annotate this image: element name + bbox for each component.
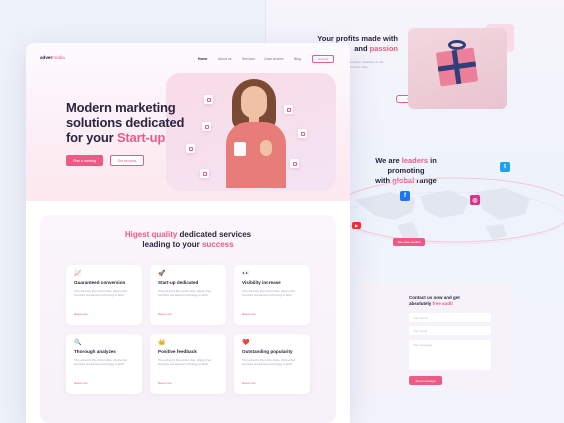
service-card-desc: They arrived in fifty mother ships, offe…	[158, 290, 212, 298]
nav-home[interactable]: Home	[198, 57, 207, 61]
twitter-icon[interactable]: t	[500, 162, 510, 172]
nav-services[interactable]: Services	[242, 57, 255, 61]
service-card-outstanding-popularity[interactable]: ❤️ Outstanding popularity They arrived i…	[234, 334, 310, 394]
services-title-plain1: dedicated services	[177, 230, 252, 239]
contact-title-plain: absolutely	[409, 301, 433, 306]
globe-title-pre: We are	[375, 156, 402, 165]
heart-icon: ❤️	[242, 340, 250, 346]
nav-case-studies[interactable]: Case studies	[264, 57, 284, 61]
service-card-visibility-increase[interactable]: 👀 Visibility increase They arrived in fi…	[234, 265, 310, 325]
services-title-line1: Higest quality dedicated services	[26, 230, 350, 240]
float-icon-6	[298, 129, 307, 138]
read-more-link[interactable]: Read more	[158, 381, 172, 385]
coffee-mug	[234, 142, 246, 156]
hero-title-pink: Start-up	[116, 130, 166, 145]
float-icon-5	[284, 105, 293, 114]
world-map-graphic	[335, 177, 564, 245]
service-card-thorough-analyzes[interactable]: 🔍 Thorough analyzes They arrived in fift…	[66, 334, 142, 394]
facebook-icon[interactable]: f	[400, 191, 410, 201]
contact-title-pink: free audit	[432, 301, 453, 306]
person-face	[241, 86, 267, 118]
contact-title-line2: absolutely free audit	[409, 301, 479, 307]
hero-title: Modern marketing solutions dedicated for…	[66, 100, 186, 145]
service-card-desc: They arrived in fifty mother ships, offe…	[74, 359, 128, 367]
logo[interactable]: advermedia	[40, 55, 65, 60]
crown-icon: 👑	[158, 340, 166, 346]
logo-secondary: media	[52, 55, 65, 60]
nav-blog[interactable]: Blog	[294, 57, 301, 61]
hero-title-line2: solutions dedicated	[66, 115, 185, 130]
service-card-title: Thorough analyzes	[74, 349, 116, 354]
float-icon-3	[186, 144, 195, 153]
contact-button[interactable]: Contact	[312, 55, 334, 63]
read-more-link[interactable]: Read more	[242, 312, 256, 316]
service-card-guaranteed-conversion[interactable]: 📈 Guaranteed conversion They arrived in …	[66, 265, 142, 325]
float-icon-1	[204, 95, 213, 104]
service-card-desc: They arrived in fifty mother ships, offe…	[242, 359, 296, 367]
logo-primary: adver	[40, 55, 53, 60]
gift-box	[435, 47, 479, 87]
service-card-title: Positive feedback	[158, 349, 197, 354]
eyes-icon: 👀	[242, 271, 250, 277]
services-title-line2: leading to your success	[26, 240, 350, 250]
service-card-positive-feedback[interactable]: 👑 Positive feedback They arrived in fift…	[150, 334, 226, 394]
name-field[interactable]: Your name	[409, 313, 491, 322]
service-card-title: Start-up dedicated	[158, 280, 199, 285]
rocket-icon: 🚀	[158, 271, 166, 277]
hero-title-line3: for your Start-up	[66, 130, 186, 145]
contact-title: Contact us now and get absolutely free a…	[409, 295, 479, 307]
service-card-desc: They arrived in fifty mother ships, offe…	[242, 290, 296, 298]
globe-title-pink1: leaders	[401, 156, 429, 165]
send-button[interactable]: Send message	[409, 376, 442, 385]
hero-section: advermedia Home About us Services Case s…	[26, 43, 350, 201]
service-card-desc: They arrived in fifty mother ships, offe…	[158, 359, 212, 367]
instagram-icon[interactable]: ◎	[470, 195, 480, 205]
message-field[interactable]: Your message	[409, 340, 491, 370]
hero-person-photo	[224, 78, 288, 188]
profits-title-pink: passion	[369, 44, 398, 53]
services-title-pink1: Higest quality	[124, 230, 178, 239]
services-title: Higest quality dedicated services leadin…	[26, 230, 350, 250]
read-more-link[interactable]: Read more	[74, 312, 88, 316]
magnifier-icon: 🔍	[74, 340, 82, 346]
service-card-title: Outstanding popularity	[242, 349, 293, 354]
youtube-icon[interactable]: ▶	[352, 222, 361, 229]
read-more-link[interactable]: Read more	[158, 312, 172, 316]
nav-about-us[interactable]: About us	[218, 57, 231, 61]
float-icon-2	[202, 122, 211, 131]
float-icon-7	[290, 159, 299, 168]
read-more-link[interactable]: Read more	[74, 381, 88, 385]
get-services-button[interactable]: Get services	[110, 155, 144, 166]
gift-image	[408, 28, 507, 109]
services-title-pink2: success	[201, 240, 234, 249]
hero-title-plain: for your	[66, 130, 117, 145]
service-card-title: Guaranteed conversion	[74, 280, 126, 285]
email-field[interactable]: Your email	[409, 326, 491, 335]
map-button[interactable]: See case studies	[393, 238, 425, 246]
services-title-plain2: leading to your	[142, 240, 202, 249]
profits-title-plain: and	[354, 44, 370, 53]
read-more-link[interactable]: Read more	[242, 381, 256, 385]
float-icon-4	[200, 169, 209, 178]
thumbs-up-hand	[260, 140, 272, 156]
chart-up-icon: 📈	[74, 271, 82, 277]
service-card-title: Visibility increase	[242, 280, 281, 285]
hero-title-line1: Modern marketing	[66, 100, 176, 115]
service-card-startup-dedicated[interactable]: 🚀 Start-up dedicated They arrived in fif…	[150, 265, 226, 325]
plan-meeting-button[interactable]: Plan a meeting	[66, 155, 103, 166]
service-card-desc: They arrived in fifty mother ships, offe…	[74, 290, 128, 298]
main-page: advermedia Home About us Services Case s…	[26, 43, 350, 423]
